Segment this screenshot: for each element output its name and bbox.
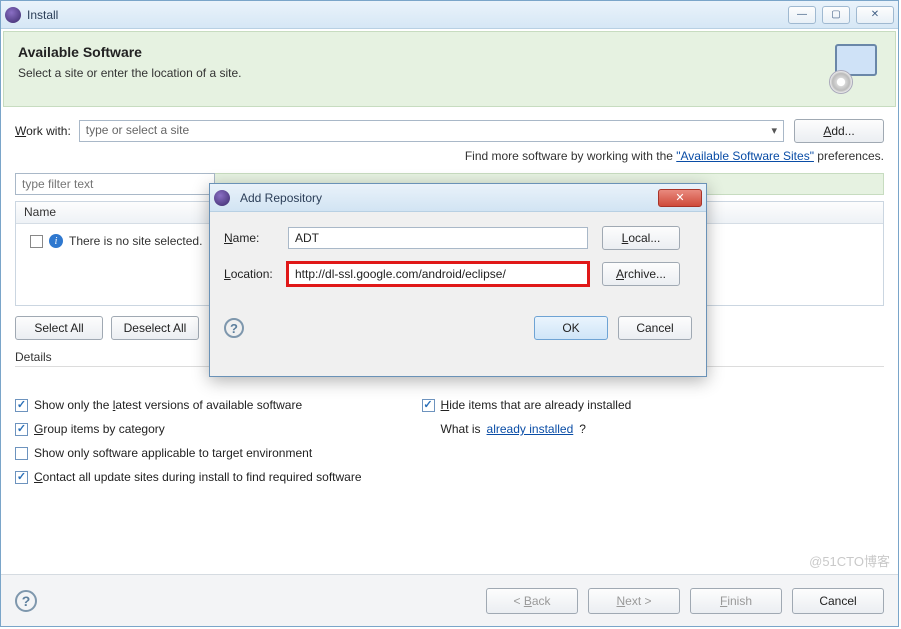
modal-ok-button[interactable]: OK [534, 316, 608, 340]
watermark: @51CTO博客 [809, 551, 890, 570]
modal-footer: ? OK Cancel [210, 308, 706, 352]
available-sites-link[interactable]: "Available Software Sites" [676, 149, 814, 163]
finish-button: Finish [690, 588, 782, 614]
tree-empty-text: There is no site selected. [69, 234, 202, 248]
workwith-label: Work with: [15, 124, 71, 138]
footer-buttons: < Back Next > Finish Cancel [486, 588, 884, 614]
checkbox-icon[interactable] [15, 399, 28, 412]
archive-button[interactable]: Archive... [602, 262, 680, 286]
banner: Available Software Select a site or ente… [3, 31, 896, 107]
help-icon[interactable]: ? [15, 590, 37, 612]
options: Show only the latest versions of availab… [15, 398, 884, 484]
workwith-combo[interactable]: type or select a site [79, 120, 784, 142]
footer: ? < Back Next > Finish Cancel [1, 574, 898, 626]
next-button: Next > [588, 588, 680, 614]
modal-title: Add Repository [240, 191, 658, 205]
maximize-button[interactable]: ▢ [822, 6, 850, 24]
modal-titlebar[interactable]: Add Repository ✕ [210, 184, 706, 212]
add-button[interactable]: Add... [794, 119, 884, 143]
already-installed-link[interactable]: already installed [487, 422, 574, 436]
modal-location-input[interactable] [288, 263, 588, 285]
checkbox-icon[interactable] [15, 423, 28, 436]
modal-location-row: Location: Archive... [224, 262, 692, 286]
eclipse-icon [214, 190, 230, 206]
fine-print: Find more software by working with the "… [15, 149, 884, 163]
banner-title: Available Software [18, 44, 825, 60]
checkbox-icon[interactable] [15, 471, 28, 484]
banner-graphic [825, 44, 881, 94]
add-repository-dialog: Add Repository ✕ Name: Local... Location… [209, 183, 707, 377]
opt-group-category[interactable]: Group items by category [15, 422, 362, 436]
select-all-button[interactable]: Select All [15, 316, 103, 340]
modal-name-input[interactable] [288, 227, 588, 249]
checkbox-icon[interactable] [422, 399, 435, 412]
modal-close-button[interactable]: ✕ [658, 189, 702, 207]
close-button[interactable]: ✕ [856, 6, 894, 24]
filter-input[interactable] [15, 173, 215, 195]
install-window: Install — ▢ ✕ Available Software Select … [0, 0, 899, 627]
window-title: Install [27, 8, 788, 22]
modal-cancel-button[interactable]: Cancel [618, 316, 692, 340]
back-button: < Back [486, 588, 578, 614]
eclipse-icon [5, 7, 21, 23]
what-is-row: What is already installed? [441, 422, 632, 436]
modal-location-label: Location: [224, 267, 288, 281]
tree-checkbox[interactable] [30, 235, 43, 248]
local-button[interactable]: Local... [602, 226, 680, 250]
opt-contact-sites[interactable]: Contact all update sites during install … [15, 470, 362, 484]
window-controls: — ▢ ✕ [788, 6, 894, 24]
deselect-all-button[interactable]: Deselect All [111, 316, 199, 340]
checkbox-icon[interactable] [15, 447, 28, 460]
minimize-button[interactable]: — [788, 6, 816, 24]
opt-show-applicable[interactable]: Show only software applicable to target … [15, 446, 362, 460]
options-right: Hide items that are already installed Wh… [422, 398, 632, 484]
options-left: Show only the latest versions of availab… [15, 398, 362, 484]
titlebar[interactable]: Install — ▢ ✕ [1, 1, 898, 29]
cancel-button[interactable]: Cancel [792, 588, 884, 614]
modal-name-row: Name: Local... [224, 226, 692, 250]
disc-icon [829, 70, 853, 94]
opt-hide-installed[interactable]: Hide items that are already installed [422, 398, 632, 412]
opt-show-latest[interactable]: Show only the latest versions of availab… [15, 398, 362, 412]
modal-body: Name: Local... Location: Archive... [210, 212, 706, 308]
banner-subtitle: Select a site or enter the location of a… [18, 66, 825, 80]
modal-help-icon[interactable]: ? [224, 318, 244, 338]
info-icon: i [49, 234, 63, 248]
workwith-row: Work with: type or select a site Add... [15, 119, 884, 143]
modal-name-label: Name: [224, 231, 288, 245]
